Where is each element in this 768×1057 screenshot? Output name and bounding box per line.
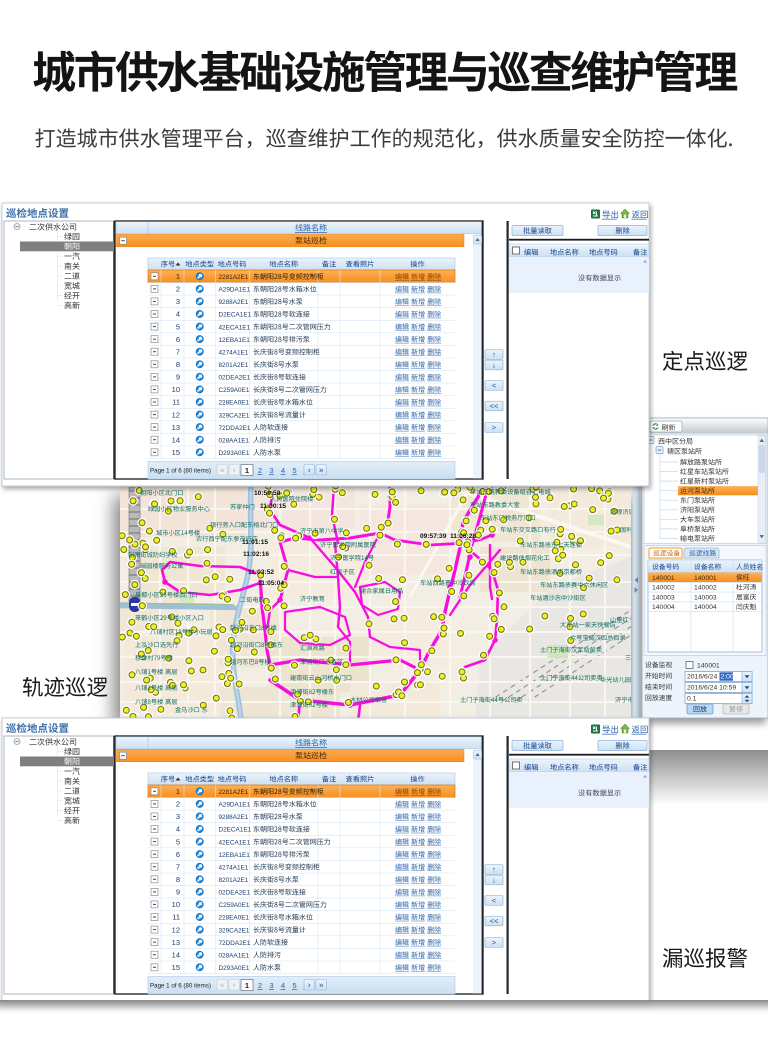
svg-text:11:02:16: 11:02:16 — [243, 551, 269, 558]
svg-text:140001: 140001 — [694, 575, 717, 582]
svg-text:140002: 140002 — [694, 585, 717, 592]
svg-text:11:03:52: 11:03:52 — [248, 569, 274, 576]
svg-text:140003: 140003 — [652, 594, 675, 601]
svg-text:2:00: 2:00 — [721, 674, 734, 681]
svg-text:0.1: 0.1 — [687, 696, 697, 703]
svg-text:2016/6/24: 2016/6/24 — [687, 674, 717, 681]
svg-text:140002: 140002 — [652, 585, 675, 592]
svg-text:09:57:39: 09:57:39 — [420, 533, 447, 540]
svg-text:11:00:15: 11:00:15 — [260, 503, 286, 510]
svg-text:140004: 140004 — [652, 604, 675, 611]
svg-text:2016/6/24 10:59: 2016/6/24 10:59 — [687, 685, 736, 692]
svg-text:11:06:28: 11:06:28 — [450, 533, 476, 540]
svg-text:140004: 140004 — [694, 604, 717, 611]
svg-text:140003: 140003 — [694, 594, 717, 601]
svg-text:10:59:58: 10:59:58 — [254, 490, 281, 497]
svg-text:11:01:15: 11:01:15 — [242, 539, 268, 546]
svg-text:140001: 140001 — [652, 575, 675, 582]
svg-text:140001: 140001 — [697, 662, 720, 669]
svg-text:11:05:04: 11:05:04 — [258, 580, 284, 587]
